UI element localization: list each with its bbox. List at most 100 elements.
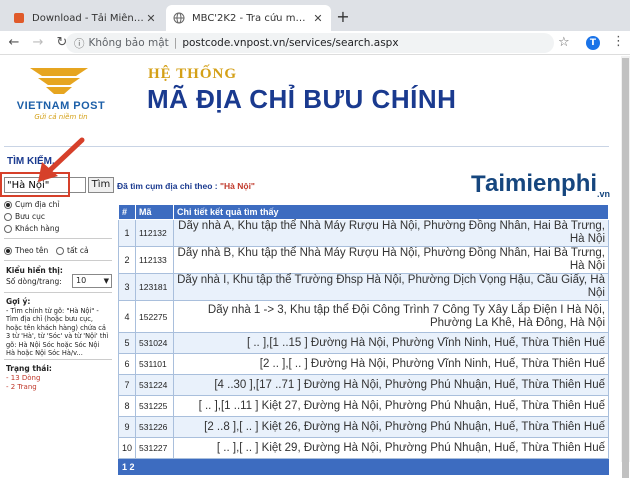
row-num: 4 [117, 300, 137, 333]
table-row[interactable]: 2 112133 Dãy nhà B, Khu tập thể Nhà Máy … [117, 246, 609, 274]
tab-strip: Download - Tải Miễn Phí VN - Ph ✕ MBC'2K… [0, 0, 630, 31]
annotation-arrow-icon [38, 137, 85, 182]
table-row[interactable]: 1 112132 Dãy nhà A, Khu tập thể Nhà Máy … [117, 219, 609, 247]
bookmark-star-icon[interactable]: ☆ [558, 35, 570, 50]
chevron-down-icon: ▼ [103, 277, 109, 285]
row-num: 1 [117, 219, 137, 247]
table-row[interactable]: 8 531225 [ .. ],[1 ..11 ] Kiệt 27, Đường… [117, 395, 609, 417]
column-header-details: Chi tiết kết quả tìm thấy [173, 204, 609, 220]
table-row[interactable]: 4 152275 Dãy nhà 1 -> 3, Khu tập thể Đội… [117, 300, 609, 333]
table-row[interactable]: 10 531227 [ .. ],[ .. ] Kiệt 29, Đường H… [117, 437, 609, 459]
address: [4 ..30 ],[17 ..71 ] Đường Hà Nội, Phườn… [173, 374, 609, 396]
result-query: "Hà Nội" [219, 181, 255, 191]
row-num: 8 [117, 395, 137, 417]
close-icon[interactable]: ✕ [144, 12, 158, 25]
watermark-text: aimienphi [485, 170, 598, 197]
option-khach-hang[interactable]: Khách hàng [4, 224, 59, 233]
table-header-row: # Mã Chi tiết kết quả tìm thấy [117, 204, 609, 220]
table-footer: 1 2 [118, 458, 609, 475]
address: [2 .. ],[ .. ] Đường Hà Nội, Phường Vĩnh… [173, 353, 609, 375]
scrollbar-thumb[interactable] [622, 58, 629, 478]
watermark-suffix: .vn [597, 189, 611, 199]
watermark-t-icon: T [471, 172, 486, 196]
menu-icon[interactable]: ⋮ [612, 34, 625, 49]
address: [ .. ],[1 ..15 ] Đường Hà Nội, Phường Vĩ… [173, 332, 609, 354]
postal-code: 531024 [135, 332, 175, 354]
separator: | [173, 37, 178, 49]
status-title: Trạng thái: [6, 364, 52, 373]
radio-icon [4, 246, 12, 255]
postal-code: 531227 [135, 437, 175, 459]
back-icon[interactable]: ← [4, 33, 24, 53]
option-cum-dia-chi[interactable]: Cụm địa chỉ [4, 200, 59, 209]
tab-vnpost[interactable]: MBC'2K2 - Tra cứu mã bưu chính ✕ [166, 5, 331, 31]
brand-slogan: Gửi cả niềm tin [34, 113, 88, 121]
postal-code: 112133 [135, 246, 175, 274]
address: Dãy nhà B, Khu tập thể Nhà Máy Rượu Hà N… [173, 246, 609, 274]
row-num: 5 [117, 332, 137, 354]
security-label: Không bảo mật [88, 37, 169, 49]
option-tat-ca[interactable]: tất cả [56, 246, 89, 255]
tab-title: MBC'2K2 - Tra cứu mã bưu chính [192, 12, 311, 24]
forward-icon[interactable]: → [28, 33, 48, 53]
postal-code: 123181 [135, 273, 175, 301]
postal-code: 531226 [135, 416, 175, 438]
radio-icon [56, 246, 64, 255]
column-header-code: Mã [135, 204, 175, 220]
address: Dãy nhà 1 -> 3, Khu tập thể Đội Công Trì… [173, 300, 609, 333]
table-row[interactable]: 3 123181 Dãy nhà I, Khu tập thể Trường Đ… [117, 273, 609, 301]
tab-title: Download - Tải Miễn Phí VN - Ph [32, 12, 144, 24]
option-buu-cuc[interactable]: Bưu cục [4, 212, 45, 221]
rows-per-page-label: Số dòng/trang: [6, 277, 62, 286]
postal-code: 531224 [135, 374, 175, 396]
vietnam-post-logo[interactable]: VIETNAM POST Gửi cả niềm tin [6, 66, 116, 122]
page-icon [12, 11, 26, 25]
radio-icon [4, 224, 12, 233]
hint-text: - Tìm chính từ gõ: "Hà Nội" - Tìm địa ch… [6, 307, 109, 358]
address: Dãy nhà I, Khu tập thể Trường Đhsp Hà Nộ… [173, 273, 609, 301]
browser-toolbar: ← → ↻ ⓘ Không bảo mật | postcode.vnpost.… [0, 31, 630, 55]
row-num: 10 [117, 437, 137, 459]
radio-icon [4, 212, 12, 221]
status-rows: - 13 Dòng [6, 374, 41, 382]
table-row[interactable]: 6 531101 [2 .. ],[ .. ] Đường Hà Nội, Ph… [117, 353, 609, 375]
rows-per-page-select[interactable]: 10 ▼ [72, 274, 112, 288]
address: Dãy nhà A, Khu tập thể Nhà Máy Rượu Hà N… [173, 219, 609, 247]
address: [ .. ],[1 ..11 ] Kiệt 27, Đường Hà Nội, … [173, 395, 609, 417]
logo-mark-icon [30, 68, 88, 94]
row-num: 6 [117, 353, 137, 375]
pagination-links[interactable]: 1 2 [118, 458, 609, 475]
page-scrollbar[interactable] [621, 56, 630, 478]
address-bar[interactable]: ⓘ Không bảo mật | postcode.vnpost.vn/ser… [66, 33, 554, 53]
url-text: postcode.vnpost.vn/services/search.aspx [182, 37, 399, 49]
panel-divider [4, 292, 112, 293]
table-row[interactable]: 7 531224 [4 ..30 ],[17 ..71 ] Đường Hà N… [117, 374, 609, 396]
panel-divider [4, 260, 112, 261]
tab-download[interactable]: Download - Tải Miễn Phí VN - Ph ✕ [6, 5, 164, 31]
postal-code: 152275 [135, 300, 175, 333]
table-row[interactable]: 9 531226 [2 ..8 ],[ .. ] Kiệt 26, Đường … [117, 416, 609, 438]
search-button[interactable]: Tìm [88, 177, 114, 193]
profile-avatar[interactable]: T [586, 36, 600, 50]
panel-divider [4, 238, 112, 239]
option-theo-ten[interactable]: Theo tên [4, 246, 48, 255]
radio-icon [4, 200, 12, 209]
status-pages: - 2 Trang [6, 383, 37, 391]
panel-divider [4, 359, 112, 360]
taimienphi-watermark: T aimienphi .vn [471, 170, 610, 199]
search-result-caption: Đã tìm cụm địa chỉ theo : "Hà Nội" [117, 181, 255, 191]
close-icon[interactable]: ✕ [311, 12, 325, 25]
row-num: 9 [117, 416, 137, 438]
postal-code: 112132 [135, 219, 175, 247]
info-icon[interactable]: ⓘ [74, 36, 85, 51]
display-title: Kiểu hiển thị: [6, 266, 63, 275]
globe-icon [172, 11, 186, 25]
new-tab-button[interactable]: + [334, 8, 352, 26]
address: [ .. ],[ .. ] Kiệt 29, Đường Hà Nội, Phư… [173, 437, 609, 459]
table-row[interactable]: 5 531024 [ .. ],[1 ..15 ] Đường Hà Nội, … [117, 332, 609, 354]
postal-code: 531101 [135, 353, 175, 375]
svg-text:T: T [471, 172, 486, 196]
row-num: 3 [117, 273, 137, 301]
brand-name: VIETNAM POST [16, 100, 106, 112]
row-num: 7 [117, 374, 137, 396]
